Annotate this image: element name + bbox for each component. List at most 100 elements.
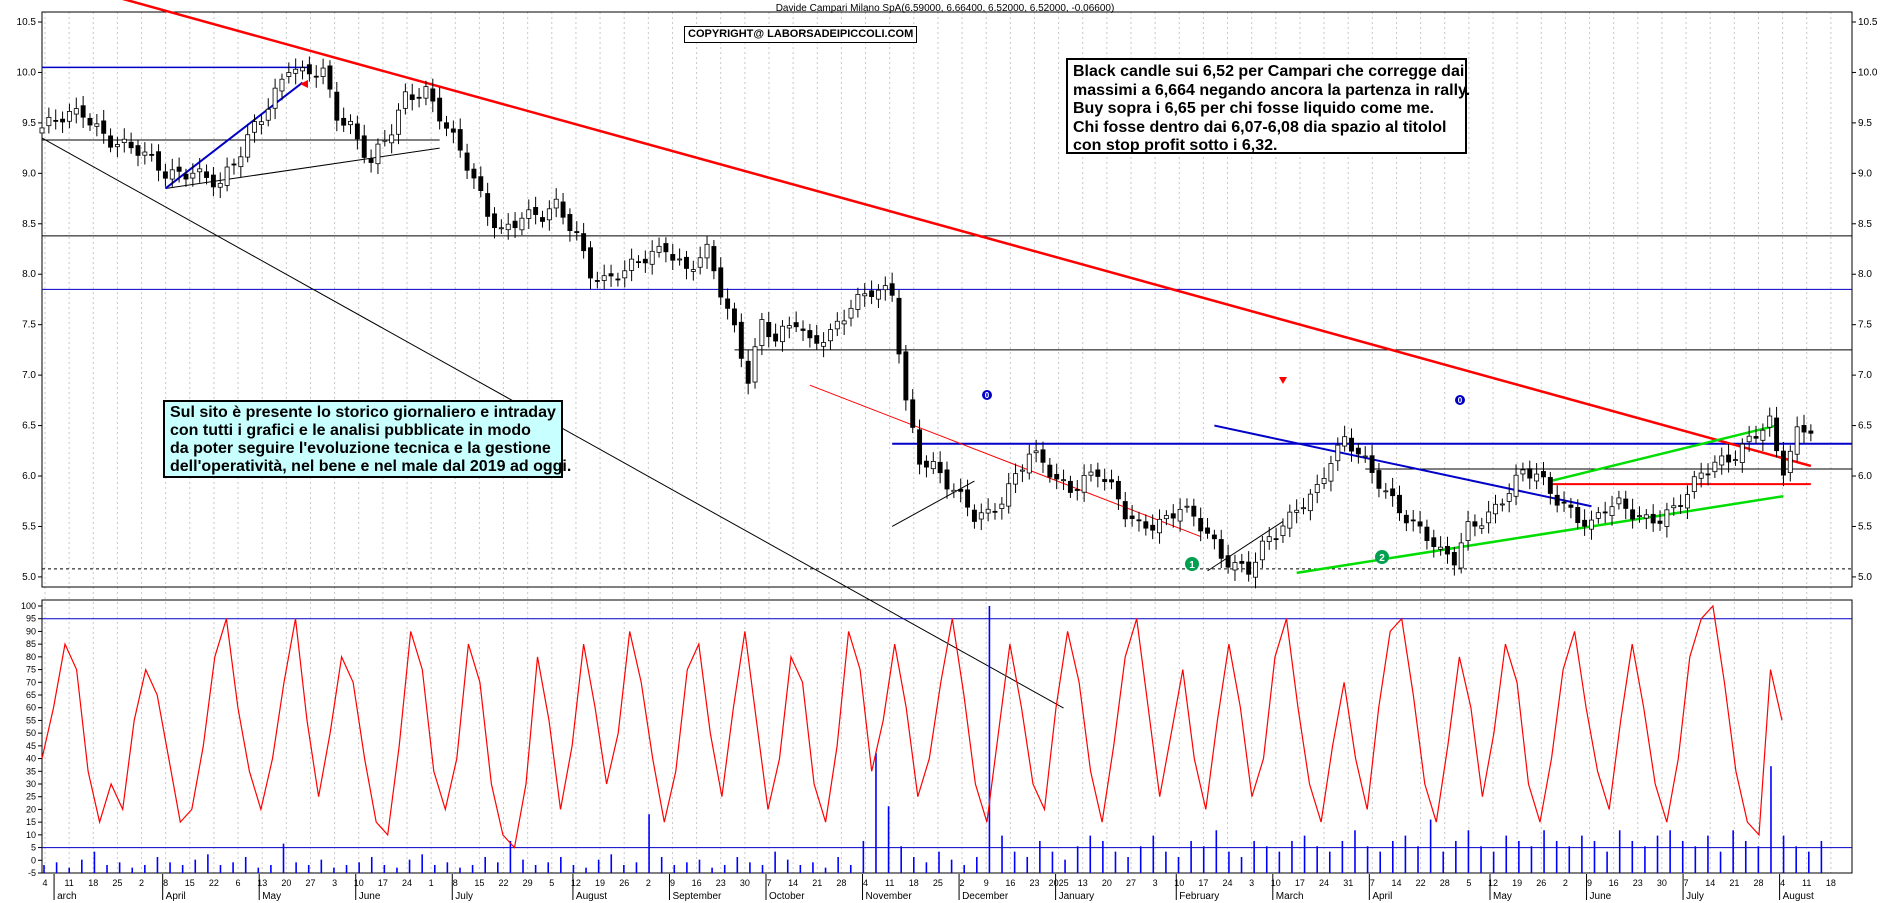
x-tick-label: 18 xyxy=(1826,878,1836,888)
candle-body xyxy=(320,67,326,77)
month-label: April xyxy=(166,891,186,902)
osc-y-tick-label: 20 xyxy=(26,804,36,814)
candle-body xyxy=(66,111,72,122)
candle-body xyxy=(567,214,573,231)
candle-body xyxy=(1520,469,1526,475)
candle-body xyxy=(1225,555,1231,568)
candle-body xyxy=(1376,470,1382,489)
osc-y-tick-label: 5 xyxy=(31,843,36,853)
candle-body xyxy=(73,108,79,115)
candle-body xyxy=(1465,521,1471,541)
candle-body xyxy=(1726,454,1732,463)
candle-body xyxy=(745,360,751,384)
candle-body xyxy=(265,108,271,121)
candle-body xyxy=(1198,518,1204,532)
candle-body xyxy=(121,138,127,143)
y-tick-label-left: 8.0 xyxy=(22,269,36,280)
candle-body xyxy=(923,460,929,468)
candle-body xyxy=(1109,479,1115,483)
candle-body xyxy=(327,65,333,90)
candle-body xyxy=(348,120,353,126)
candle-body xyxy=(1417,521,1423,527)
candle-body xyxy=(135,145,141,156)
candle-body xyxy=(1410,519,1416,522)
cycle-marker-label: 0 xyxy=(985,391,990,400)
candle-body xyxy=(958,488,964,492)
comment-line: Chi fosse dentro dai 6,07-6,08 dia spazi… xyxy=(1073,118,1447,136)
candle-body xyxy=(1445,545,1450,555)
candle-body xyxy=(656,245,662,253)
candle-body xyxy=(1541,471,1546,478)
x-tick-label: 17 xyxy=(1198,878,1208,888)
candle-body xyxy=(814,335,820,344)
candle-body xyxy=(848,307,854,319)
y-tick-label-right: 10.5 xyxy=(1858,17,1878,28)
candle-body xyxy=(1342,436,1348,447)
x-tick-label: 7 xyxy=(1684,878,1689,888)
candle-body xyxy=(1033,450,1039,454)
candle-body xyxy=(526,209,532,219)
candle-body xyxy=(807,330,813,339)
candle-body xyxy=(1253,561,1258,578)
candle-body xyxy=(608,273,614,277)
candle-body xyxy=(690,269,696,272)
month-label: June xyxy=(1590,891,1612,902)
candle-body xyxy=(1362,455,1368,458)
candle-body xyxy=(965,489,971,508)
candle-body xyxy=(1397,494,1402,514)
analysis-comment-box: Black candle sui 6,52 per Campari che co… xyxy=(1066,58,1470,154)
site-info-line: con tutti i grafici e le analisi pubblic… xyxy=(170,422,531,439)
candle-body xyxy=(1205,527,1210,534)
x-tick-label: 12 xyxy=(1488,878,1498,888)
candle-body xyxy=(622,270,628,279)
candle-body xyxy=(114,144,120,148)
candle-body xyxy=(1287,511,1293,529)
candle-body xyxy=(553,198,559,209)
x-tick-label: 25 xyxy=(933,878,943,888)
osc-y-tick-label: 50 xyxy=(26,728,36,738)
candle-body xyxy=(409,94,415,100)
x-tick-label: 2 xyxy=(646,878,651,888)
month-label: November xyxy=(866,891,913,902)
candle-body xyxy=(1431,537,1437,547)
candle-body xyxy=(368,158,374,163)
y-tick-label-right: 5.0 xyxy=(1858,572,1872,583)
osc-y-tick-label: 85 xyxy=(26,639,36,649)
x-tick-label: 18 xyxy=(88,878,98,888)
candle-body xyxy=(1787,450,1793,474)
candle-body xyxy=(53,119,59,122)
candle-body xyxy=(1115,480,1121,500)
y-tick-label-right: 8.0 xyxy=(1858,269,1872,280)
candle-body xyxy=(1013,473,1019,485)
candle-body xyxy=(1479,525,1485,529)
y-tick-label-left: 8.5 xyxy=(22,219,36,230)
y-tick-label-right: 7.0 xyxy=(1858,370,1872,381)
candle-body xyxy=(636,261,641,264)
x-tick-label: 22 xyxy=(209,878,219,888)
x-tick-label: 10 xyxy=(354,878,364,888)
candle-body xyxy=(615,278,621,281)
x-tick-label: 21 xyxy=(812,878,822,888)
candle-body xyxy=(1157,518,1162,534)
x-tick-label: 14 xyxy=(1391,878,1401,888)
candle-body xyxy=(1232,562,1238,571)
osc-y-tick-label: 45 xyxy=(26,741,36,751)
candle-body xyxy=(1184,505,1190,508)
candle-body xyxy=(238,156,244,168)
month-label: July xyxy=(1686,891,1704,902)
candle-body xyxy=(1424,526,1430,541)
x-tick-label: 22 xyxy=(499,878,509,888)
candle-body xyxy=(375,143,381,165)
candle-body xyxy=(1280,525,1286,537)
x-tick-label: 23 xyxy=(1029,878,1039,888)
candle-body xyxy=(1575,507,1581,523)
candle-body xyxy=(1760,429,1766,441)
x-tick-label: 20 xyxy=(281,878,291,888)
candle-body xyxy=(258,121,264,125)
candle-body xyxy=(1616,497,1622,505)
candle-body xyxy=(46,116,52,127)
y-tick-label-right: 8.5 xyxy=(1858,219,1872,230)
candle-body xyxy=(1719,455,1725,466)
candle-body xyxy=(1294,509,1300,513)
y-tick-label-left: 9.0 xyxy=(22,168,36,179)
